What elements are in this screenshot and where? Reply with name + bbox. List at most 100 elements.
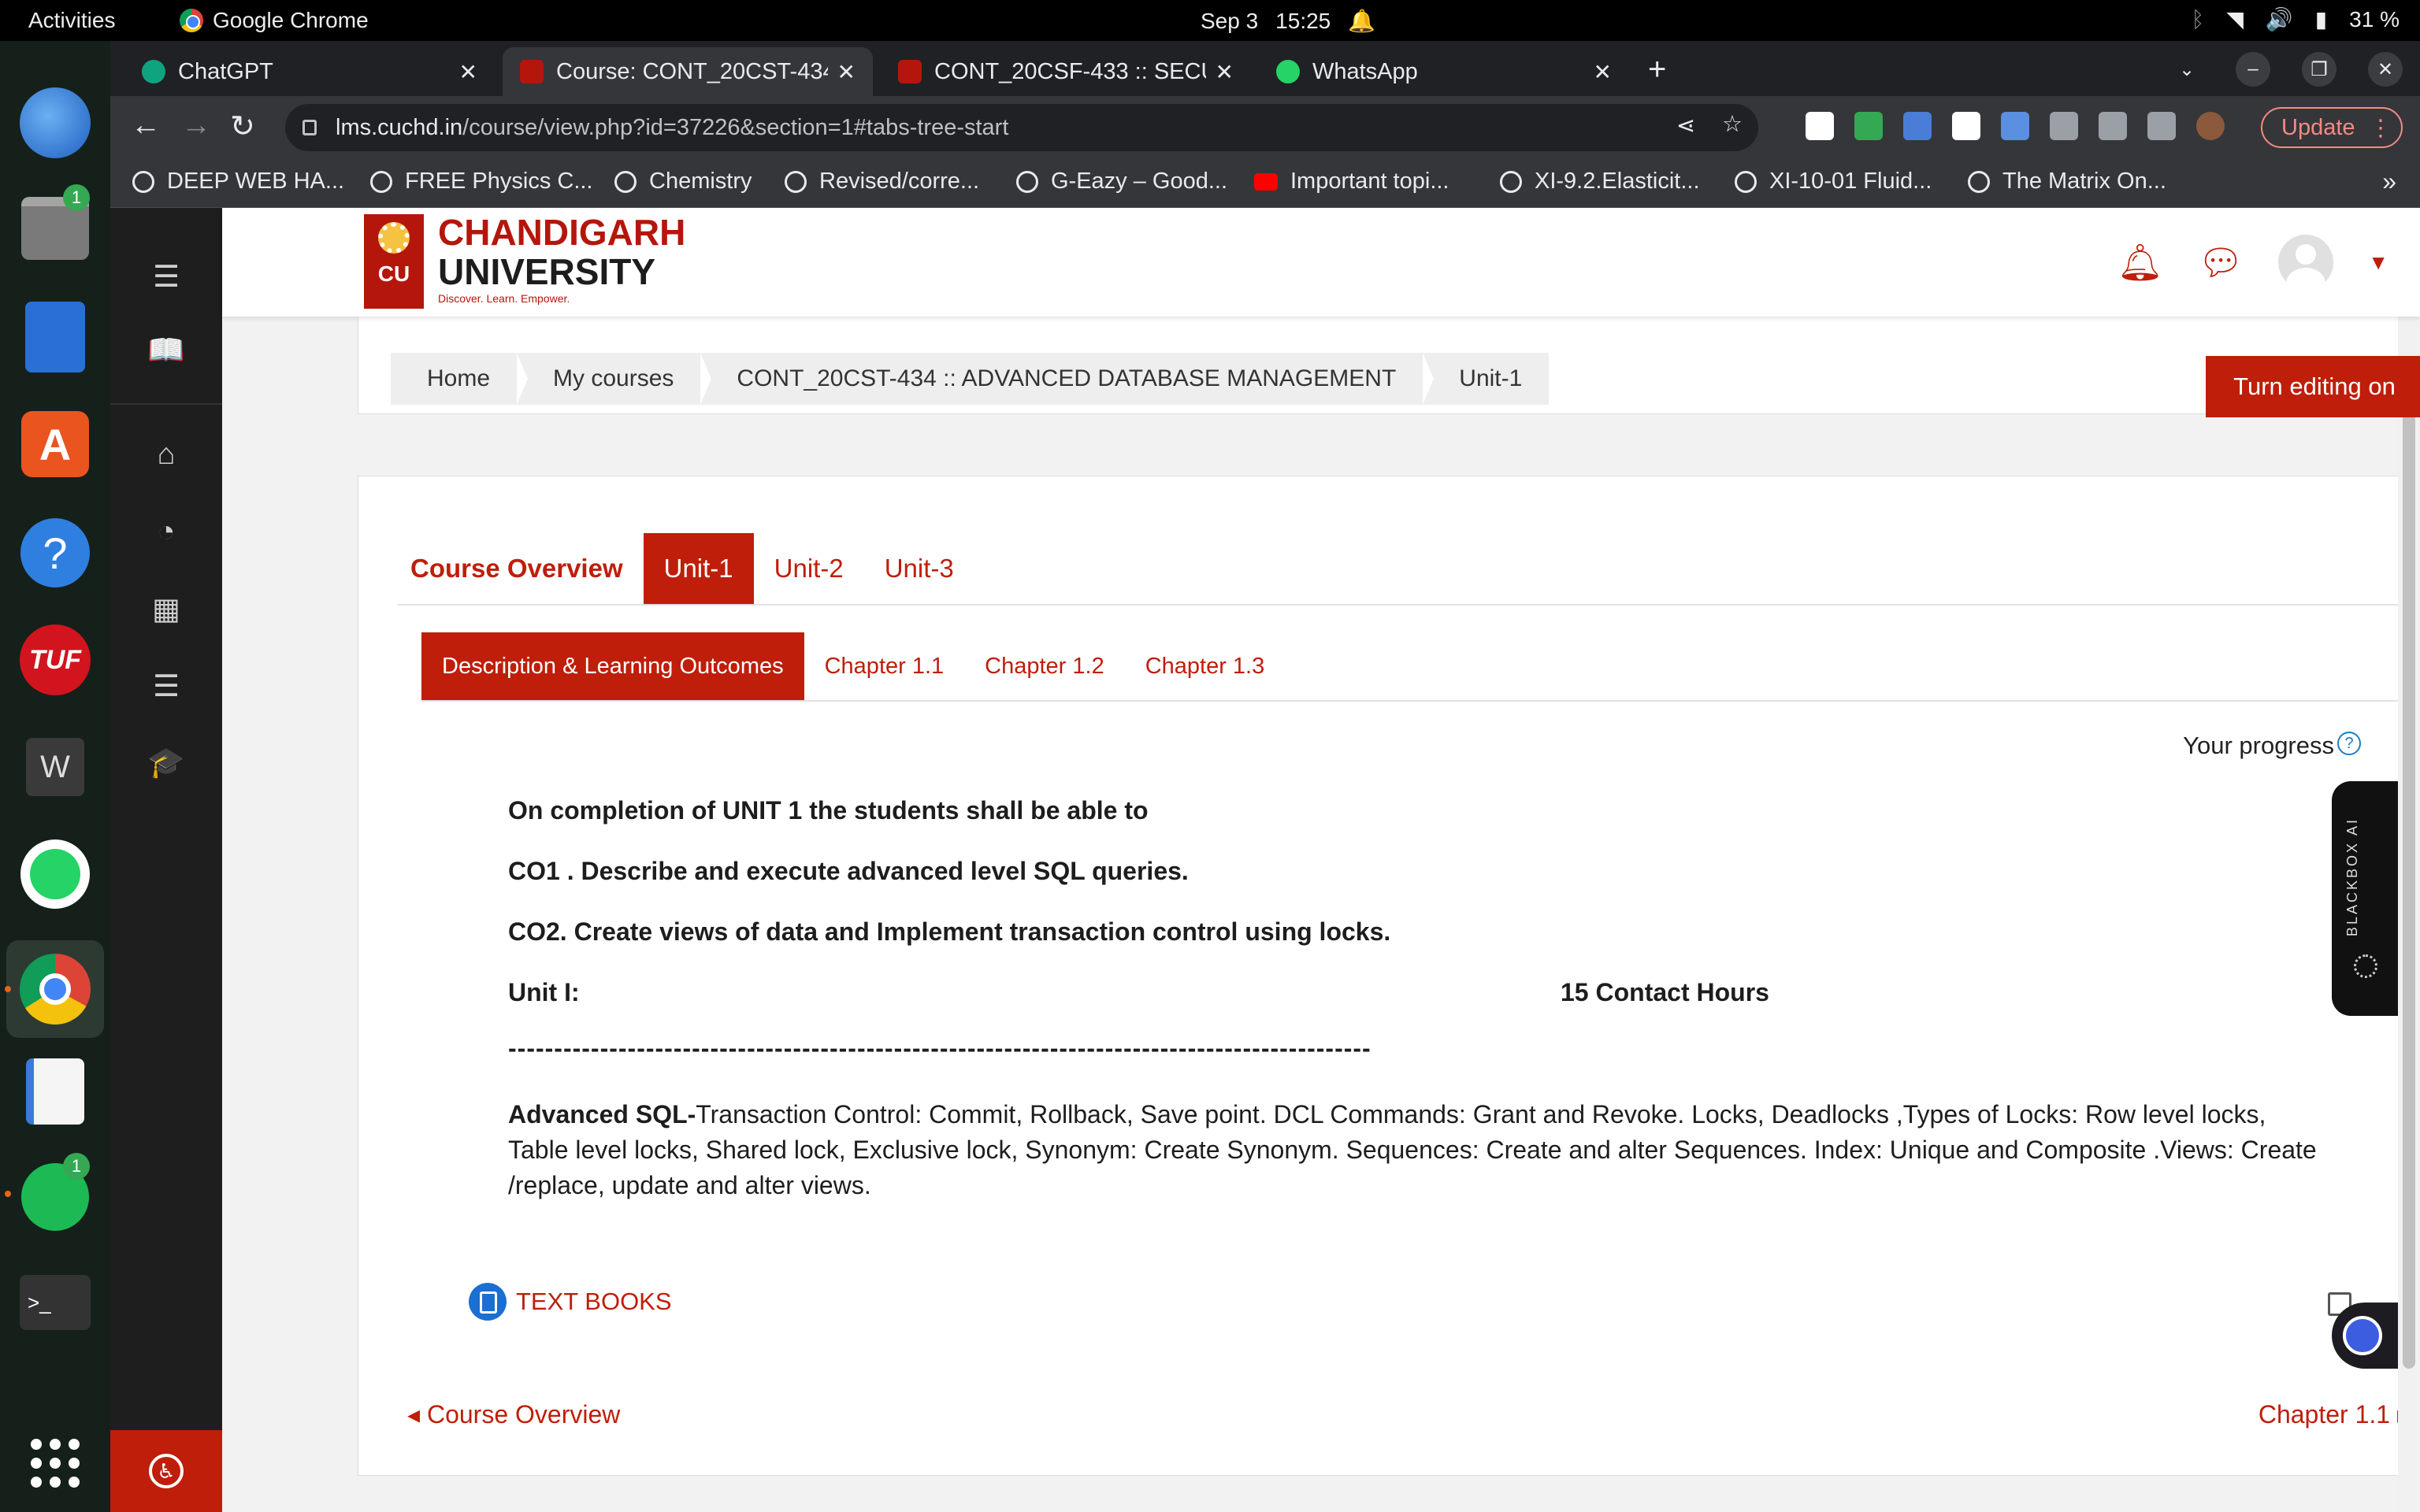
download-icon[interactable] [2099,112,2127,140]
bookmark-label: XI-10-01 Fluid... [1769,169,1932,194]
tab-whatsapp[interactable]: WhatsApp ✕ [1259,47,1629,96]
calendar-icon[interactable]: ▦ [147,589,186,628]
app-menu[interactable]: Google Chrome [180,8,369,33]
share-icon[interactable]: ⋖ [1676,112,1695,139]
tab-unit-2[interactable]: Unit-2 [754,533,864,604]
side-panel-icon[interactable] [2147,112,2176,140]
dashboard-gauge-icon[interactable]: ◔ [147,512,186,551]
blackbox-logo-icon [2354,954,2377,978]
new-tab-icon[interactable]: + [1648,52,1666,87]
tab-search-icon[interactable]: ⌄ [2169,52,2204,87]
profile-avatar-icon[interactable] [2196,112,2225,140]
blackbox-ai-widget[interactable]: BLACKBOX AI [2332,781,2398,1016]
cu-logo[interactable]: CU [364,214,424,309]
extension-shield-icon[interactable] [1854,112,1883,140]
messages-chat-icon[interactable]: 💬︎ [2198,241,2244,284]
close-tab-icon[interactable]: ✕ [1594,59,1612,85]
next-section-link[interactable]: Chapter 1.1 ▸ [2259,1399,2410,1429]
thunderbird-icon[interactable] [16,83,95,162]
avatar[interactable] [2278,235,2334,290]
extension-b-icon[interactable] [1806,112,1834,140]
logo-tagline: Discover. Learn. Empower. [438,292,570,305]
chrome-icon[interactable] [6,940,104,1038]
tab-unit-1[interactable]: Unit-1 [643,533,754,604]
help-question-icon[interactable]: ? [2337,732,2361,755]
app-center-icon[interactable]: A [16,405,95,484]
breadcrumb-home[interactable]: Home [391,353,529,405]
update-button[interactable]: Update ⋮ [2261,107,2403,148]
prev-section-link[interactable]: ◂ Course Overview [407,1399,620,1429]
bookmark-star-icon[interactable]: ☆ [1722,110,1743,138]
bookmark-item[interactable]: Revised/corre... [785,169,979,195]
bookmark-item[interactable]: XI-10-01 Fluid... [1735,169,1932,195]
bookmark-item[interactable]: G-Eazy – Good... [1016,169,1227,195]
extension-u-icon[interactable] [1952,112,1980,140]
turn-editing-on-button[interactable]: Turn editing on [2206,356,2420,417]
your-progress: Your progress ? [2183,732,2361,760]
logo-cu-text: CU [377,261,410,286]
notification-bell-icon: 🔔 [1348,9,1376,33]
files-icon[interactable]: 1 [16,184,95,268]
bookmark-item[interactable]: The Matrix On... [1968,169,2166,195]
bookmark-item[interactable]: FREE Physics C... [370,169,593,195]
minimize-icon[interactable]: – [2236,52,2270,87]
bookmark-item[interactable]: Important topi... [1254,169,1449,195]
textbooks-link[interactable]: TEXT BOOKS [469,1283,672,1321]
user-menu-chevron-down-icon[interactable]: ▼ [2368,250,2388,275]
breadcrumb-unit[interactable]: Unit-1 [1423,353,1549,405]
show-apps-icon[interactable] [16,1424,95,1503]
close-tab-icon[interactable]: ✕ [1216,59,1234,85]
tab-course-overview[interactable]: Course Overview [398,533,644,604]
text-editor-icon[interactable] [16,1052,95,1131]
breadcrumb-my-courses[interactable]: My courses [517,353,712,405]
document-viewer-icon[interactable] [16,298,95,376]
bookmark-item[interactable]: XI-9.2.Elasticit... [1500,169,1700,195]
tab-description-outcomes[interactable]: Description & Learning Outcomes [421,632,804,700]
logo-line2: UNIVERSITY [438,251,656,292]
forward-icon[interactable]: → [181,109,211,143]
home-icon[interactable]: ⌂ [147,435,186,474]
extension-screen-icon[interactable] [1903,112,1932,140]
tuf-icon[interactable]: TUF [16,621,95,699]
wps-icon[interactable]: W [16,728,95,806]
activities-button[interactable]: Activities [28,8,115,33]
tab-security[interactable]: CONT_20CSF-433 :: SECUR ✕ [881,47,1251,96]
topic-heading: Advanced SQL- [508,1100,696,1128]
list-icon[interactable]: ☰ [147,666,186,706]
help-icon[interactable]: ? [16,513,95,592]
logo-wordmark[interactable]: CHANDIGARH UNIVERSITY Discover. Learn. E… [438,213,685,306]
system-tray[interactable]: ᛒ ◥ 🔊 ▮ 31 % [2192,6,2400,32]
restore-icon[interactable]: ❐ [2302,52,2336,87]
reload-icon[interactable]: ↻ [230,109,255,144]
tab-unit-3[interactable]: Unit-3 [864,533,974,604]
scrollbar-thumb[interactable] [2403,392,2415,1369]
close-tab-icon[interactable]: ✕ [459,59,477,85]
whatsapp-icon[interactable] [16,835,95,914]
clock[interactable]: Sep 3 15:25 🔔 [1201,8,1375,34]
address-bar[interactable]: lms.cuchd.in /course/view.php?id=37226&s… [285,104,1758,151]
bookmark-item[interactable]: DEEP WEB HA... [132,169,344,195]
tab-title: CONT_20CSF-433 :: SECUR [934,58,1206,84]
close-window-icon[interactable]: ✕ [2368,52,2403,87]
tab-chapter-1-3[interactable]: Chapter 1.3 [1125,632,1286,700]
tab-chapter-1-1[interactable]: Chapter 1.1 [804,632,965,700]
breadcrumb-course[interactable]: CONT_20CST-434 :: ADVANCED DATABASE MANA… [700,353,1435,405]
tab-chapter-1-2[interactable]: Chapter 1.2 [964,632,1125,700]
bookmark-item[interactable]: Chemistry [614,169,752,195]
terminal-icon[interactable]: >_ [16,1263,95,1342]
graduation-cap-icon[interactable]: 🎓 [147,743,186,783]
book-icon[interactable]: 📖 [147,331,186,370]
tab-course[interactable]: Course: CONT_20CST-434 ✕ [503,47,873,96]
accessibility-button[interactable]: ♿ [110,1430,222,1512]
spotify-icon[interactable]: 1 [16,1153,95,1236]
hamburger-menu-icon[interactable]: ☰ [147,257,186,296]
extensions-puzzle-icon[interactable] [2050,112,2078,140]
back-icon[interactable]: ← [131,109,161,143]
extension-window-icon[interactable] [2001,112,2029,140]
chatbot-launcher[interactable] [2332,1303,2398,1369]
tab-chatgpt[interactable]: ChatGPT ✕ [124,47,495,96]
notification-bell-icon[interactable]: 🔔︎ [2117,241,2162,284]
close-tab-icon[interactable]: ✕ [837,59,856,85]
bookmarks-overflow-icon[interactable]: » [2382,167,2396,196]
drawer-divider [110,403,222,405]
